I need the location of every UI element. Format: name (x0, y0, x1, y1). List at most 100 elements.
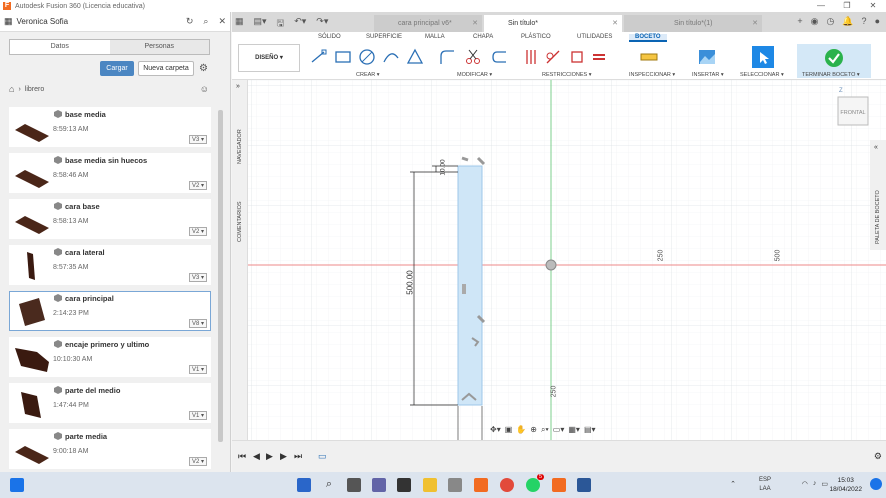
orbit-icon[interactable]: ✥▾ (490, 425, 501, 435)
trim-scissors-icon[interactable] (464, 48, 482, 66)
expand-arrows-icon[interactable]: » (236, 83, 240, 90)
ribbon-tab-plastico[interactable]: PLÁSTICO (521, 34, 551, 40)
camera-icon[interactable]: ▣ (505, 425, 513, 435)
expand-palette-icon[interactable]: « (874, 144, 878, 151)
windows-start-icon[interactable] (10, 478, 24, 492)
play-icon[interactable]: ▶ (266, 451, 273, 462)
settings-gear-icon[interactable]: ⚙ (199, 63, 208, 74)
breadcrumb-folder[interactable]: librero (25, 86, 44, 93)
notification-center-icon[interactable] (870, 478, 882, 490)
clock-icon[interactable]: ◷ (826, 16, 834, 27)
ribbon-tab-boceto[interactable]: BOCETO (629, 34, 667, 42)
version-badge[interactable]: V3 ▾ (188, 135, 207, 144)
file-list-item[interactable]: cara lateral 8:57:35 AM V3 ▾ (9, 245, 211, 285)
tangent-constraint-icon[interactable] (544, 48, 562, 66)
sketch-canvas[interactable]: FRONTAL Z (232, 80, 886, 440)
close-tab-icon[interactable]: ✕ (472, 15, 478, 32)
teams-chat-icon[interactable] (372, 478, 386, 492)
chrome-icon[interactable] (500, 478, 514, 492)
start-menu-icon[interactable] (297, 478, 311, 492)
close-button[interactable]: ✕ (860, 0, 886, 12)
step-back-icon[interactable]: ◀ (253, 451, 260, 462)
zoom-icon[interactable]: ⌕▾ (541, 425, 549, 435)
app-orange-icon[interactable] (474, 478, 488, 492)
sketch-timeline-item-icon[interactable]: ▭ (318, 451, 327, 462)
file-explorer-icon[interactable] (423, 478, 437, 492)
version-badge[interactable]: V1 ▾ (188, 365, 207, 374)
doc-tab-sin-titulo-1[interactable]: Sin título*(1) ✕ (624, 15, 762, 32)
group-inspect[interactable]: INSPECCIONAR ▾ (629, 72, 675, 78)
fix-constraint-icon[interactable] (568, 48, 586, 66)
sketch-palette-label[interactable]: PALETA DE BOCETO (875, 190, 881, 244)
undo-icon[interactable]: ↶▾ (294, 16, 306, 32)
go-to-start-icon[interactable]: ⏮ (238, 451, 246, 462)
canvas-viewport[interactable]: FRONTAL Z 500.00 10.00 250 500 250 ✥▾ ▣ … (232, 80, 886, 440)
version-badge[interactable]: V2 ▾ (188, 457, 207, 466)
search-icon[interactable]: ⌕ (203, 16, 208, 27)
close-panel-icon[interactable]: ✕ (218, 16, 226, 27)
display-settings-icon[interactable]: ▭▾ (553, 425, 565, 435)
volume-icon[interactable]: ♪ (813, 480, 817, 488)
fillet-tool-icon[interactable] (438, 48, 456, 66)
upload-button[interactable]: Cargar (100, 61, 134, 76)
file-menu-icon[interactable]: ▤▾ (254, 16, 267, 32)
ribbon-tab-solido[interactable]: SÓLIDO (318, 34, 341, 40)
new-folder-button[interactable]: Nueva carpeta (138, 61, 194, 76)
tab-datos[interactable]: Datos (10, 40, 110, 54)
group-insert[interactable]: INSERTAR ▾ (692, 72, 724, 78)
refresh-icon[interactable]: ↻ (186, 16, 194, 27)
search-taskbar-icon[interactable]: ⌕ (322, 478, 336, 492)
group-select[interactable]: SELECCIONAR ▾ (740, 72, 784, 78)
task-view-icon[interactable] (347, 478, 361, 492)
new-tab-icon[interactable]: + (797, 16, 802, 27)
arc-tool-icon[interactable] (382, 48, 400, 66)
apps-grid-icon[interactable]: ▦ (4, 16, 13, 27)
equal-constraint-icon[interactable] (590, 48, 608, 66)
maximize-button[interactable]: ❐ (834, 0, 860, 12)
version-badge[interactable]: V8 ▾ (188, 319, 207, 328)
doc-tab-cara-principal[interactable]: cara principal v6* ✕ (374, 15, 482, 32)
doc-tab-sin-titulo[interactable]: Sin título* ✕ (484, 15, 622, 32)
insert-image-icon[interactable] (698, 48, 716, 66)
account-icon[interactable]: ● (875, 16, 880, 27)
help-icon[interactable]: ? (862, 16, 867, 27)
list-scrollbar[interactable] (218, 110, 223, 442)
fusion-app-icon[interactable] (552, 478, 566, 492)
pan-hand-icon[interactable]: ✋ (516, 425, 526, 435)
timeline-settings-gear-icon[interactable]: ⚙ (874, 451, 882, 462)
step-forward-icon[interactable]: ▶ (280, 451, 287, 462)
ribbon-tab-malla[interactable]: MALLA (425, 34, 445, 40)
version-badge[interactable]: V3 ▾ (188, 273, 207, 282)
dimension-10[interactable]: 10.00 (440, 159, 447, 175)
file-list-item[interactable]: base media 8:59:13 AM V3 ▾ (9, 107, 211, 147)
version-badge[interactable]: V1 ▾ (188, 411, 207, 420)
circle-tool-icon[interactable] (358, 48, 376, 66)
file-list-item[interactable]: base media sin huecos 8:58:46 AM V2 ▾ (9, 153, 211, 193)
wifi-icon[interactable]: ◠ (802, 480, 808, 488)
group-modify[interactable]: MODIFICAR ▾ (457, 72, 492, 78)
comments-label[interactable]: COMENTARIOS (237, 201, 243, 242)
clock[interactable]: 15:03 18/04/2022 (829, 476, 862, 494)
language-indicator[interactable]: ESP LAA (759, 476, 771, 494)
tray-arrow-icon[interactable]: ⌃ (730, 480, 736, 488)
file-list-item[interactable]: parte media 9:00:18 AM V2 ▾ (9, 429, 211, 469)
tab-personas[interactable]: Personas (109, 40, 209, 54)
viewports-icon[interactable]: ▤▾ (584, 425, 596, 435)
select-tool-icon[interactable] (752, 46, 774, 68)
rectangle-tool-icon[interactable] (334, 48, 352, 66)
group-create[interactable]: CREAR ▾ (356, 72, 380, 78)
whatsapp-icon[interactable]: 5 (526, 474, 544, 492)
system-tray[interactable]: ◠ ♪ ▭ (802, 480, 828, 488)
extensions-icon[interactable]: ◉ (811, 16, 819, 27)
word-icon[interactable] (577, 478, 591, 492)
group-finish-sketch[interactable]: TERMINAR BOCETO ▾ (802, 72, 860, 78)
polygon-tool-icon[interactable] (406, 48, 424, 66)
ribbon-tab-chapa[interactable]: CHAPA (473, 34, 493, 40)
grid-menu-icon[interactable]: ▦ (235, 16, 244, 32)
mail-icon[interactable] (448, 478, 462, 492)
file-list-item[interactable]: encaje primero y ultimo 10:10:30 AM V1 ▾ (9, 337, 211, 377)
dimension-500[interactable]: 500.00 (406, 270, 415, 294)
version-badge[interactable]: V2 ▾ (188, 227, 207, 236)
minimize-button[interactable]: — (808, 0, 834, 12)
team-icon[interactable]: ☺ (200, 84, 209, 94)
